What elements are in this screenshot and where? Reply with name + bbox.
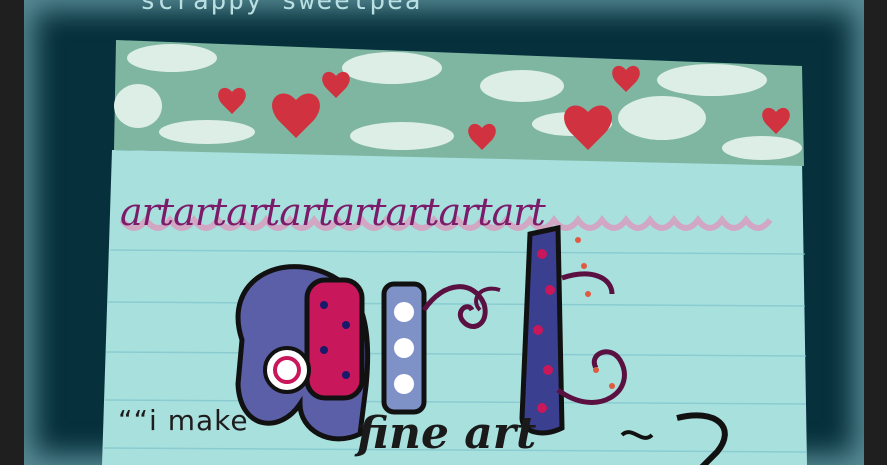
quote-i-make: ““i make [118, 404, 249, 437]
cloud-tape [114, 40, 804, 166]
repeated-art-text: artartartartartartartart [120, 190, 546, 234]
art-card-photo [102, 40, 807, 465]
fine-art-text: fine art [357, 408, 537, 459]
post-photo[interactable]: artartartartartartartart ““i make fine a… [102, 40, 807, 465]
blog-title[interactable]: scrappy sweetpea [140, 0, 422, 16]
photo-frame: scrappy sweetpea artartartartartartartar… [24, 0, 864, 465]
letter-a [235, 264, 371, 442]
